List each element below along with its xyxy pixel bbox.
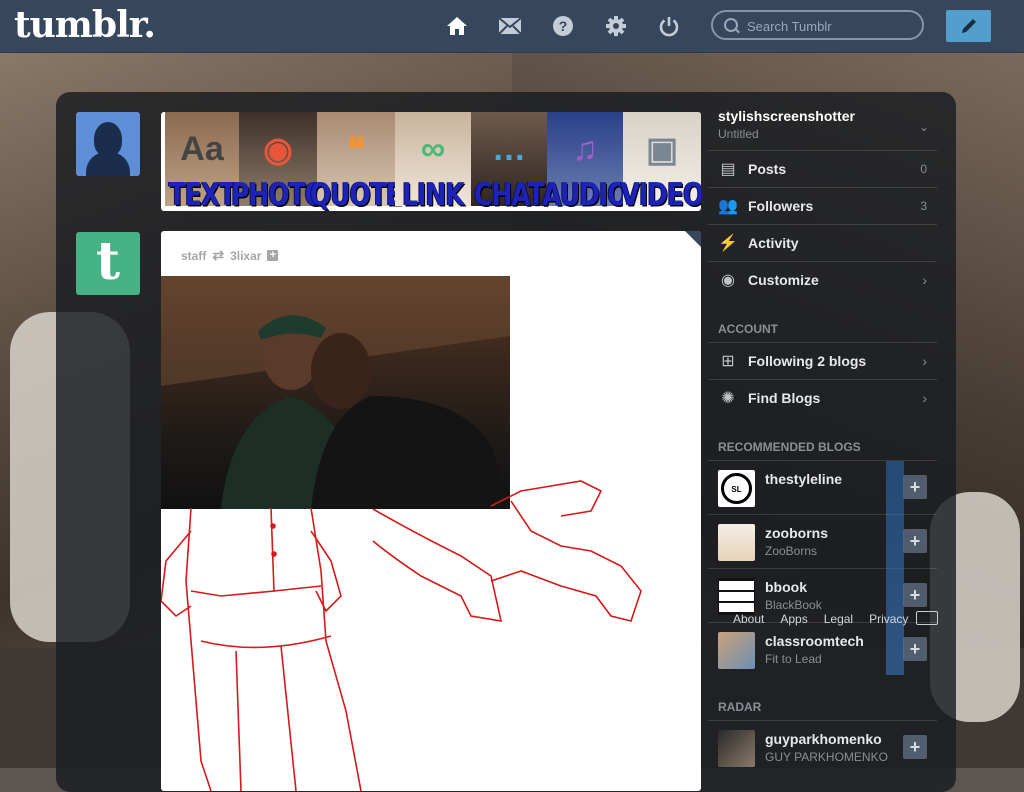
gear-icon[interactable] (604, 14, 628, 38)
recommended-scroll-stripe (886, 461, 904, 675)
radar-heading: RADAR (718, 700, 762, 714)
text-post-icon: Aa (180, 130, 224, 168)
svg-text:?: ? (559, 18, 568, 34)
user-avatar[interactable] (76, 112, 140, 176)
footer-link-apps[interactable]: Apps (780, 612, 807, 626)
search-icon (724, 18, 738, 32)
post-type-bar: Aa TEXT ◉ PHOTO ❝ QUOTE ∞ LINK … CHAT ♫ … (161, 112, 701, 211)
footer-links: About Apps Legal Privacy (733, 612, 908, 626)
posts-icon: ▤ (720, 160, 736, 178)
red-line-drawing (161, 480, 642, 791)
post-type-link[interactable]: ∞ LINK (395, 112, 471, 211)
quote-icon: ❝ (346, 131, 366, 169)
followers-icon: 👥 (718, 197, 738, 215)
blog-avatar (718, 632, 755, 669)
post-type-text[interactable]: Aa TEXT (165, 112, 239, 211)
post-type-photo[interactable]: ◉ PHOTO (231, 112, 326, 211)
follow-button[interactable]: + (903, 529, 927, 553)
compose-button[interactable] (946, 10, 991, 42)
sidebar-item-following[interactable]: ⊞ Following 2 blogs › (708, 342, 937, 379)
following-icon: ⊞ (721, 353, 735, 370)
radar-blog[interactable]: guyparkhomenko GUY PARKHOMENKO + (708, 720, 937, 774)
keyboard-icon[interactable] (916, 611, 938, 625)
link-icon: ∞ (420, 130, 446, 168)
post-type-video[interactable]: ▣ VIDEO (621, 112, 701, 211)
blog-name[interactable]: stylishscreenshotter (718, 108, 855, 124)
search-box[interactable] (711, 10, 924, 40)
follow-plus-icon[interactable]: + (267, 250, 279, 261)
post-type-chat[interactable]: … CHAT (471, 112, 547, 211)
top-navbar: tumblr. ? (0, 0, 1024, 53)
sidebar-item-find-blogs[interactable]: ✺ Find Blogs › (708, 379, 937, 416)
post-header: staff ⇄ 3lixar + (181, 247, 279, 264)
sidebar-item-followers[interactable]: 👥 Followers 3 (708, 187, 937, 223)
posts-count: 0 (920, 161, 927, 176)
eye-icon: ◉ (721, 271, 735, 289)
post-corner-fold (685, 231, 701, 247)
help-icon[interactable]: ? (551, 14, 575, 38)
find-blogs-icon: ✺ (721, 390, 735, 407)
follow-button[interactable]: + (903, 637, 927, 661)
blog-avatar (718, 524, 755, 561)
post-type-quote[interactable]: ❝ QUOTE (310, 112, 403, 211)
post-author[interactable]: staff (181, 249, 206, 263)
footer-link-privacy[interactable]: Privacy (869, 612, 908, 626)
tumblr-t-icon: t (95, 230, 121, 292)
footer-link-legal[interactable]: Legal (824, 612, 853, 626)
activity-icon: ⚡ (718, 234, 738, 252)
account-heading: ACCOUNT (718, 322, 778, 336)
mail-icon[interactable] (498, 14, 522, 38)
chevron-right-icon: › (922, 353, 927, 369)
chevron-down-icon[interactable]: ⌄ (919, 120, 929, 134)
search-input[interactable] (745, 15, 919, 37)
home-icon[interactable] (445, 14, 469, 38)
reblog-icon: ⇄ (212, 247, 225, 263)
recommended-heading: RECOMMENDED BLOGS (718, 440, 861, 454)
sidebar-item-posts[interactable]: ▤ Posts 0 (708, 150, 937, 186)
sidebar-item-customize[interactable]: ◉ Customize › (708, 261, 937, 297)
pencil-icon (961, 19, 976, 33)
blog-avatar: SL (718, 470, 755, 507)
staff-avatar[interactable]: t (76, 232, 140, 295)
chevron-right-icon: › (922, 390, 927, 406)
chevron-right-icon: › (922, 271, 927, 288)
headphones-icon: ♫ (572, 130, 598, 168)
follow-button[interactable]: + (903, 735, 927, 759)
video-camera-icon: ▣ (645, 131, 679, 169)
followers-count: 3 (920, 198, 927, 213)
svg-text:SL: SL (731, 485, 741, 494)
reblogged-from[interactable]: 3lixar (230, 249, 261, 263)
blog-avatar (718, 730, 755, 767)
camera-icon: ◉ (263, 131, 293, 169)
tumblr-logo[interactable]: tumblr. (14, 4, 156, 46)
blog-avatar (718, 578, 755, 615)
dashboard-post: staff ⇄ 3lixar + (161, 231, 701, 791)
sidebar-item-activity[interactable]: ⚡ Activity (708, 224, 937, 260)
follow-button[interactable]: + (903, 583, 927, 607)
follow-button[interactable]: + (903, 475, 927, 499)
power-icon[interactable] (657, 14, 681, 38)
footer-link-about[interactable]: About (733, 612, 764, 626)
blog-subtitle: Untitled (718, 127, 759, 141)
chat-icon: … (492, 130, 526, 168)
post-type-audio[interactable]: ♫ AUDIO (542, 112, 629, 211)
